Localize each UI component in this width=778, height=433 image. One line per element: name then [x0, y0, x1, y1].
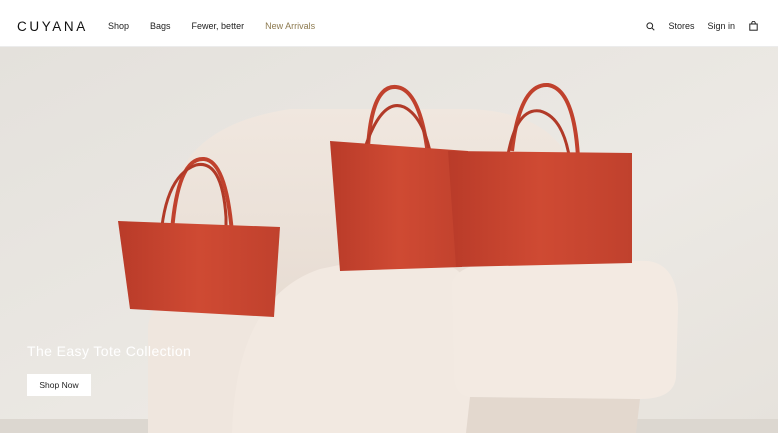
hero-title: The Easy Tote Collection — [27, 343, 192, 359]
top-navigation-bar: CUYANA Shop Bags Fewer, better New Arriv… — [0, 0, 778, 47]
nav-item-fewer-better[interactable]: Fewer, better — [192, 22, 245, 31]
shopping-bag-icon[interactable] — [749, 21, 758, 31]
stores-link[interactable]: Stores — [668, 21, 694, 31]
sign-in-link[interactable]: Sign in — [707, 21, 735, 31]
nav-item-new-arrivals[interactable]: New Arrivals — [265, 22, 315, 31]
shop-now-button[interactable]: Shop Now — [27, 374, 91, 396]
search-icon[interactable] — [646, 21, 656, 31]
nav-item-shop[interactable]: Shop — [108, 22, 129, 31]
utility-nav: Stores Sign in — [646, 21, 758, 31]
hero-image — [0, 47, 778, 433]
hero-banner: The Easy Tote Collection Shop Now — [0, 47, 778, 433]
nav-item-bags[interactable]: Bags — [150, 22, 171, 31]
brand-logo[interactable]: CUYANA — [17, 20, 88, 34]
main-nav: Shop Bags Fewer, better New Arrivals — [108, 22, 336, 31]
